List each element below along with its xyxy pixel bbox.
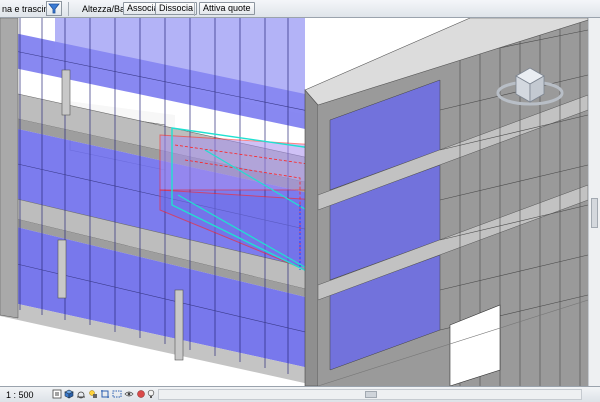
show-crop-icon[interactable] bbox=[112, 389, 122, 399]
horizontal-scroll-thumb[interactable] bbox=[365, 391, 377, 398]
filter-icon bbox=[48, 3, 60, 14]
horizontal-scrollbar[interactable] bbox=[158, 389, 582, 400]
toolbar-separator bbox=[194, 2, 195, 16]
view-scale[interactable]: 1 : 500 bbox=[6, 390, 34, 400]
temp-hide-icon[interactable] bbox=[124, 389, 134, 399]
toolbar-separator bbox=[68, 2, 69, 16]
filter-button[interactable] bbox=[46, 1, 62, 16]
view-control-bar: 1 : 500 bbox=[0, 386, 600, 402]
reveal-hidden-icon[interactable] bbox=[136, 389, 146, 399]
crop-view-icon[interactable] bbox=[100, 389, 110, 399]
analysis-icon[interactable] bbox=[146, 389, 156, 399]
detail-level-icon[interactable] bbox=[52, 389, 62, 399]
3d-viewport[interactable] bbox=[0, 18, 588, 386]
dissociate-button[interactable]: Dissocia bbox=[155, 2, 198, 15]
vertical-scroll-thumb[interactable] bbox=[591, 198, 598, 228]
corner-column bbox=[304, 89, 319, 386]
building-model-view[interactable] bbox=[0, 18, 588, 386]
shadows-icon[interactable] bbox=[88, 389, 98, 399]
options-bar: na e trascina Altezza/Base: Associa Diss… bbox=[0, 0, 600, 18]
activate-dimensions-button[interactable]: Attiva quote bbox=[199, 2, 255, 15]
visual-style-icon[interactable] bbox=[64, 389, 74, 399]
vertical-scrollbar[interactable] bbox=[588, 18, 600, 386]
sun-path-icon[interactable] bbox=[76, 389, 86, 399]
